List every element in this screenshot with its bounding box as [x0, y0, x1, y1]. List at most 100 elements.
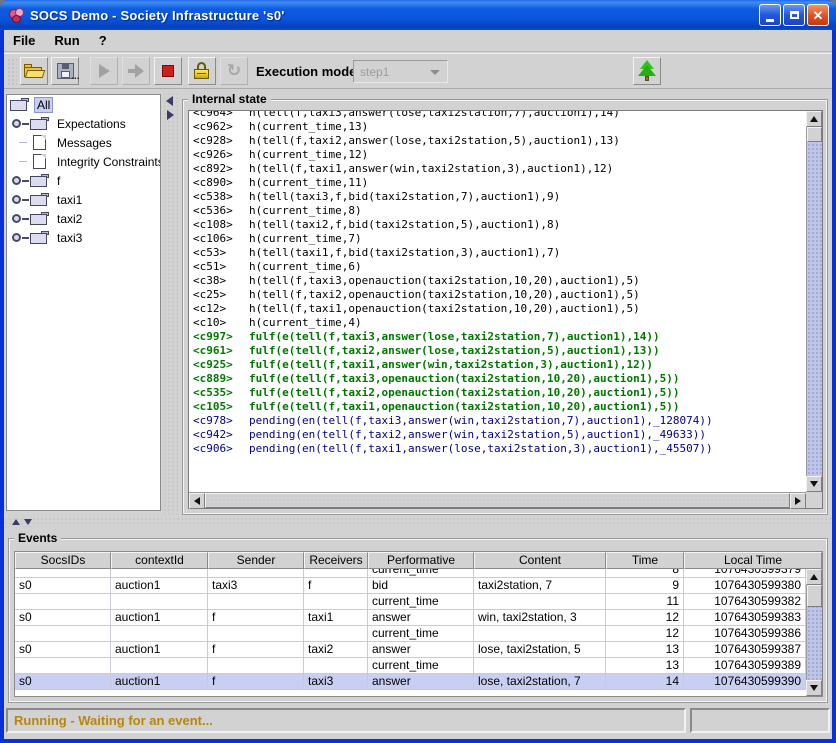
state-line-id: <c890> — [189, 176, 249, 190]
tree-item-messages[interactable]: Messages — [7, 133, 160, 152]
scroll-left-button[interactable] — [189, 493, 205, 509]
title-bar[interactable]: SOCS Demo - Society Infrastructure 's0' … — [0, 0, 836, 30]
lock-button[interactable] — [188, 57, 216, 85]
tree-item-taxi1[interactable]: taxi1 — [7, 190, 160, 209]
table-cell: auction1 — [111, 610, 208, 626]
state-line-id: <c108> — [189, 218, 249, 232]
stop-button[interactable] — [154, 57, 182, 85]
internal-state-scrollpane: <c964>h(tell(f,taxi3,answer(lose,taxi2st… — [188, 110, 823, 509]
table-cell — [208, 569, 304, 578]
tree-item-expectations[interactable]: Expectations — [7, 114, 160, 133]
scroll-down-button[interactable] — [806, 680, 822, 696]
maximize-icon — [790, 11, 799, 19]
scrollbar-thumb[interactable] — [807, 585, 822, 607]
menu-file[interactable]: File — [13, 33, 35, 48]
table-row[interactable]: s0auction1taxi3fbidtaxi2station, 7910764… — [15, 578, 806, 594]
state-line-body: h(tell(f,taxi3,openauction(taxi2station,… — [249, 274, 640, 287]
expand-handle-icon[interactable] — [10, 175, 30, 187]
expand-handle-icon[interactable] — [10, 213, 30, 225]
folder-icon — [30, 231, 49, 245]
tree-item-all[interactable]: All — [7, 95, 160, 114]
table-row[interactable]: current_time131076430599389 — [15, 658, 806, 674]
internal-state-title: Internal state — [188, 92, 271, 106]
table-row[interactable]: s0auction1ftaxi3answerlose, taxi2station… — [15, 674, 806, 690]
minimize-button[interactable] — [759, 4, 781, 26]
state-line: <c997>fulf(e(tell(f,taxi3,answer(lose,ta… — [189, 330, 806, 344]
scrollbar-thumb[interactable] — [205, 493, 790, 508]
refresh-button[interactable]: ↻ — [220, 57, 248, 85]
tree: AllExpectationsMessagesIntegrity Constra… — [6, 94, 161, 511]
toolbar: ... ↻ Execution mode: step1 — [4, 53, 832, 89]
column-header-contextid[interactable]: contextId — [111, 552, 208, 569]
table-cell — [15, 626, 111, 642]
play-icon — [99, 64, 110, 78]
toolbar-drag-handle[interactable] — [7, 58, 17, 85]
menu-run[interactable]: Run — [54, 33, 79, 48]
execution-mode-select[interactable]: step1 — [353, 60, 448, 83]
step-button[interactable] — [122, 57, 150, 85]
table-row[interactable]: s0auction1ftaxi2answerlose, taxi2station… — [15, 642, 806, 658]
close-button[interactable]: ✕ — [807, 4, 829, 26]
save-button[interactable]: ... — [51, 57, 79, 85]
table-cell — [208, 594, 304, 610]
horizontal-split-divider[interactable] — [4, 517, 832, 527]
state-line-id: <c961> — [189, 344, 249, 358]
tree-item-f[interactable]: f — [7, 171, 160, 190]
folder-icon — [30, 212, 49, 226]
tree-item-taxi3[interactable]: taxi3 — [7, 228, 160, 247]
table-row[interactable]: current_time121076430599386 — [15, 626, 806, 642]
column-header-socsids[interactable]: SocsIDs — [15, 552, 111, 569]
state-horizontal-scrollbar[interactable] — [189, 492, 806, 508]
table-cell: 14 — [606, 674, 684, 690]
open-button[interactable] — [20, 57, 48, 85]
state-line-id: <c926> — [189, 148, 249, 162]
society-tree-button[interactable] — [633, 57, 661, 85]
state-line-id: <c53> — [189, 246, 249, 260]
collapse-right-icon[interactable] — [167, 110, 174, 120]
column-header-local-time[interactable]: Local Time — [684, 552, 822, 569]
vertical-split-divider[interactable] — [163, 92, 178, 515]
tree-item-label: taxi2 — [54, 211, 85, 227]
expand-handle-icon[interactable] — [10, 194, 30, 206]
menu-help[interactable]: ? — [99, 33, 107, 48]
table-cell: f — [304, 578, 368, 594]
state-line-body: h(tell(f,taxi3,answer(lose,taxi2station,… — [249, 111, 620, 119]
state-vertical-scrollbar[interactable] — [806, 111, 822, 492]
table-cell: s0 — [15, 610, 111, 626]
column-header-sender[interactable]: Sender — [208, 552, 304, 569]
scroll-right-button[interactable] — [790, 493, 806, 509]
collapse-up-icon[interactable] — [12, 519, 20, 525]
column-header-receivers[interactable]: Receivers — [304, 552, 368, 569]
stop-icon — [162, 65, 174, 77]
tree-item-integrity-constraints[interactable]: Integrity Constraints — [7, 152, 160, 171]
run-button[interactable] — [90, 57, 118, 85]
collapse-down-icon[interactable] — [24, 519, 32, 525]
expand-handle-icon[interactable] — [10, 232, 30, 244]
scroll-up-button[interactable] — [806, 569, 822, 585]
maximize-button[interactable] — [783, 4, 805, 26]
table-cell: s0 — [15, 578, 111, 594]
table-cell: 13 — [606, 658, 684, 674]
expand-handle-icon[interactable] — [10, 118, 30, 130]
state-line-body: h(tell(f,taxi1,openauction(taxi2station,… — [249, 302, 640, 315]
scrollbar-thumb[interactable] — [807, 127, 822, 142]
column-header-content[interactable]: Content — [474, 552, 606, 569]
table-row[interactable]: current_time111076430599382 — [15, 594, 806, 610]
events-vertical-scrollbar[interactable] — [806, 569, 822, 696]
state-line-id: <c106> — [189, 232, 249, 246]
table-row[interactable]: current_time81076430599379 — [15, 569, 806, 578]
scroll-up-button[interactable] — [806, 111, 822, 127]
table-cell: taxi3 — [208, 578, 304, 594]
column-header-performative[interactable]: Performative — [368, 552, 474, 569]
table-row[interactable]: s0auction1ftaxi1answerwin, taxi2station,… — [15, 610, 806, 626]
column-header-time[interactable]: Time — [606, 552, 684, 569]
state-line-id: <c906> — [189, 442, 249, 456]
scroll-down-button[interactable] — [806, 476, 822, 492]
collapse-left-icon[interactable] — [166, 96, 173, 106]
tree-item-taxi2[interactable]: taxi2 — [7, 209, 160, 228]
state-line-id: <c536> — [189, 204, 249, 218]
document-icon — [33, 154, 46, 169]
internal-state-textarea[interactable]: <c964>h(tell(f,taxi3,answer(lose,taxi2st… — [189, 111, 806, 492]
state-line-body: h(tell(taxi3,f,bid(taxi2station,7),aucti… — [249, 190, 560, 203]
arrow-up-icon — [810, 574, 818, 580]
